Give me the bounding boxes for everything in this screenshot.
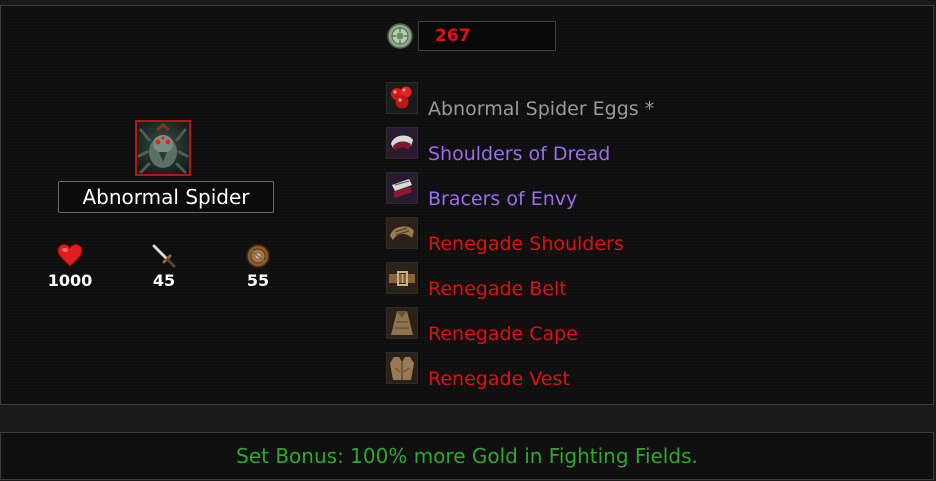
spider-portrait[interactable] (135, 120, 191, 176)
loot-item[interactable]: Renegade Vest (386, 352, 570, 390)
set-bonus-panel: Set Bonus: 100% more Gold in Fighting Fi… (0, 432, 934, 480)
spider-eggs-icon (386, 82, 418, 114)
item-name: Renegade Shoulders (428, 233, 624, 255)
item-name: Bracers of Envy (428, 188, 578, 210)
attack-value: 45 (152, 271, 176, 290)
item-name: Renegade Belt (428, 278, 567, 300)
loot-item[interactable]: Renegade Shoulders (386, 217, 624, 255)
item-name: Shoulders of Dread (428, 143, 611, 165)
stat-health: 1000 (40, 243, 100, 290)
stat-attack: 45 (134, 243, 194, 290)
loot-item[interactable]: Bracers of Envy (386, 172, 578, 210)
defense-value: 55 (246, 271, 270, 290)
heart-icon (57, 243, 83, 267)
stat-defense: 55 (228, 243, 288, 290)
loot-item[interactable]: Abnormal Spider Eggs * (386, 82, 655, 120)
leather-shoulders-icon (386, 217, 418, 249)
bracers-icon (386, 172, 418, 204)
item-name: Renegade Cape (428, 323, 578, 345)
vest-icon (386, 352, 418, 384)
item-name: Renegade Vest (428, 368, 570, 390)
health-value: 1000 (47, 271, 93, 290)
shoulders-icon (386, 127, 418, 159)
loot-item[interactable]: Renegade Belt (386, 262, 567, 300)
shield-icon (246, 244, 270, 268)
monster-name: Abnormal Spider (58, 181, 274, 213)
item-name: Abnormal Spider Eggs * (428, 98, 655, 120)
set-bonus-text: Set Bonus: 100% more Gold in Fighting Fi… (236, 444, 698, 468)
gold-amount: 267 (418, 21, 556, 51)
cape-icon (386, 307, 418, 339)
coin-icon (387, 23, 413, 49)
loot-item[interactable]: Shoulders of Dread (386, 127, 611, 165)
belt-icon (386, 262, 418, 294)
sword-icon (152, 244, 176, 268)
loot-item[interactable]: Renegade Cape (386, 307, 578, 345)
